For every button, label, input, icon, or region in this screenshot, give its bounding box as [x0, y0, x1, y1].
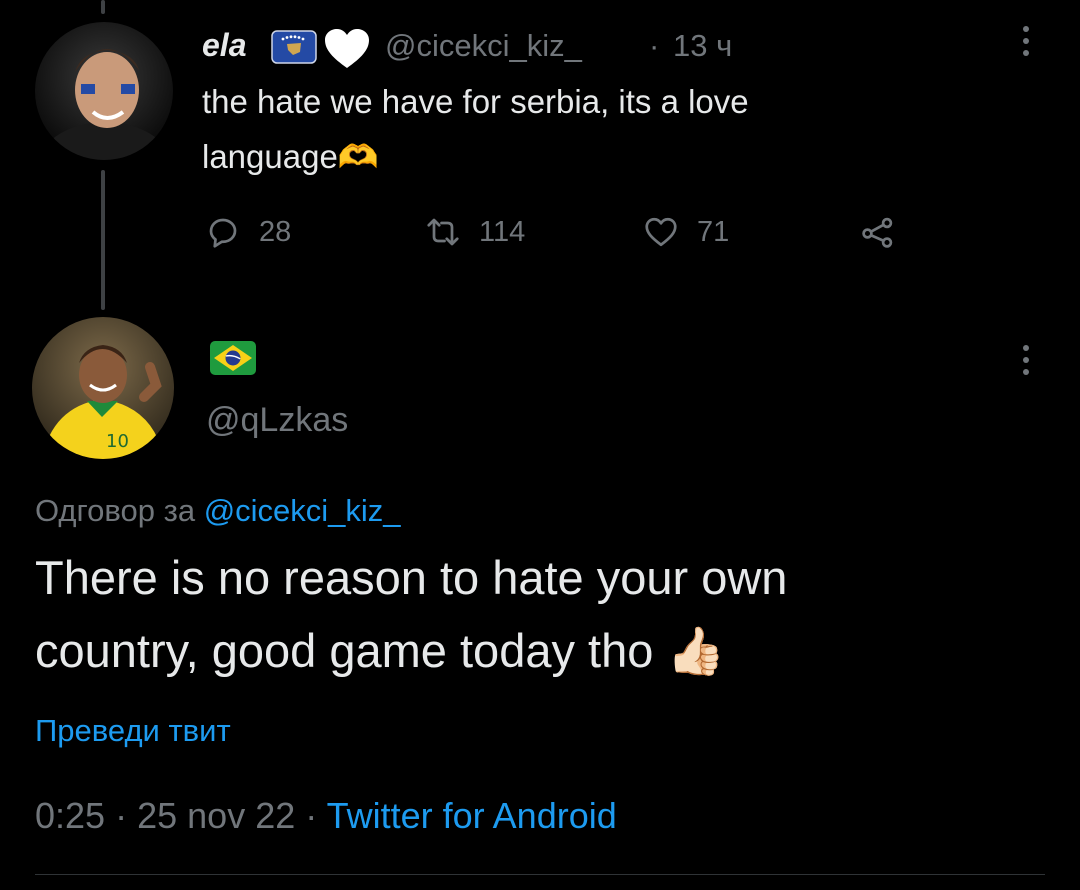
- handle[interactable]: @cicekci_kiz_: [385, 28, 582, 64]
- retweet-icon: [427, 218, 459, 246]
- share-icon: [862, 217, 893, 248]
- tweet-time[interactable]: 0:25: [35, 795, 105, 836]
- translate-tweet-link[interactable]: Преведи твит: [35, 713, 231, 749]
- meta-separator: ·: [305, 795, 318, 836]
- thread-line: [101, 170, 105, 310]
- kosovo-flag-icon: [271, 30, 317, 69]
- tweet-text-line2: country, good game today tho 👍🏻: [35, 623, 725, 679]
- tweet-meta: 0:25 · 25 nov 22 · Twitter for Android: [35, 795, 617, 837]
- like-button[interactable]: 71: [643, 214, 729, 250]
- reply-button[interactable]: 28: [205, 214, 291, 250]
- thumbs-up-emoji: 👍🏻: [666, 624, 725, 679]
- reply-count: 28: [259, 215, 292, 248]
- reply-prefix: Одговор за: [35, 493, 196, 528]
- tweet-text-line1: There is no reason to hate your own: [35, 551, 788, 604]
- more-icon[interactable]: [1021, 26, 1031, 56]
- tweet-date[interactable]: 25 nov 22: [137, 795, 295, 836]
- avatar-ela[interactable]: [35, 22, 173, 160]
- tweet-time[interactable]: 13 ч: [673, 28, 732, 64]
- reply-to-link[interactable]: @cicekci_kiz_: [204, 493, 401, 528]
- more-icon[interactable]: [1021, 345, 1031, 375]
- time-separator: ·: [649, 28, 660, 63]
- divider: [35, 874, 1045, 875]
- tweet-text-word: language: [202, 138, 338, 175]
- tweet-text-word: country, good game today tho: [35, 624, 654, 677]
- thread-line-top: [101, 0, 105, 14]
- white-heart-icon: [323, 28, 371, 75]
- tweet-text-line2: language🫶: [202, 137, 379, 177]
- reply-icon: [209, 218, 237, 248]
- svg-text:10: 10: [106, 431, 129, 452]
- like-count: 71: [697, 215, 730, 248]
- share-button[interactable]: [860, 214, 896, 250]
- retweet-button[interactable]: 114: [425, 214, 525, 250]
- tweet-source-link[interactable]: Twitter for Android: [327, 795, 617, 836]
- tweet-text-line1: the hate we have for serbia, its a love: [202, 83, 749, 120]
- display-name[interactable]: ela: [202, 27, 246, 64]
- retweet-count: 114: [479, 215, 526, 248]
- meta-separator: ·: [115, 795, 128, 836]
- handle[interactable]: @qLzkas: [206, 401, 348, 440]
- brazil-flag-icon: [209, 340, 257, 381]
- heart-hands-emoji: 🫶: [337, 137, 379, 176]
- avatar-qlzkas[interactable]: 10: [32, 317, 174, 459]
- like-icon: [645, 217, 677, 247]
- reply-context: Одговор за @cicekci_kiz_: [35, 493, 401, 529]
